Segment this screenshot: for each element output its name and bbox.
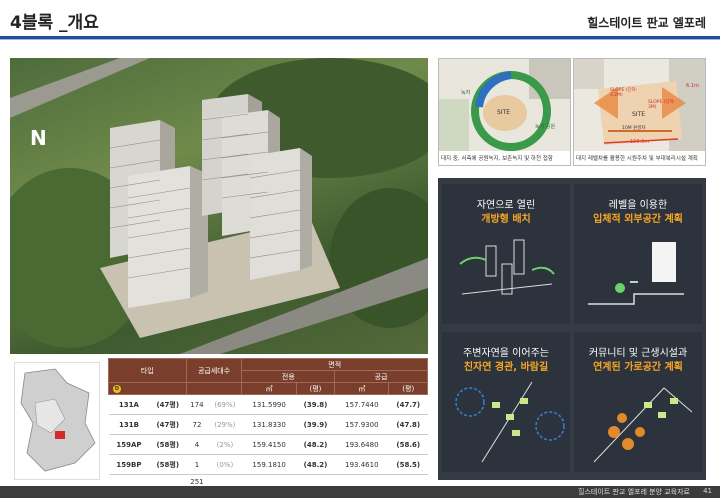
table-row: 159AP (58평) 4 (2%) 159.4150 (48.2) 193.6…	[108, 434, 428, 455]
site-diagram-slope: SLOPE (단차: 3.2M) SLOPE (단차: 3M) 6.1m SIT…	[573, 58, 706, 166]
col-area: 면적	[241, 358, 428, 371]
width-label: 159.0m	[630, 139, 650, 145]
cell-excl-py: (48.2)	[296, 454, 335, 475]
cell-supply: 193.6480	[334, 434, 389, 455]
wind-path-sketch	[455, 381, 565, 463]
concept-panel-level-space: 레벨을 이용한 입체적 외부공간 계획	[574, 184, 702, 324]
col-exclusive: 전용	[241, 370, 336, 383]
compass-icon: N	[30, 126, 47, 150]
cell-supply: 193.4610	[334, 454, 389, 475]
location-map	[14, 362, 100, 480]
header-rule-thin	[0, 39, 720, 40]
concept-panel-street-space: 커뮤니티 및 근생시설과 연계된 가로공간 계획	[574, 332, 702, 472]
site-label: SITE	[632, 111, 646, 118]
unit-pyeong: (평)	[295, 382, 336, 395]
unit-pyeong: (평)	[388, 382, 428, 395]
cell-type: 159AP	[108, 434, 150, 455]
cell-pct: (29%)	[207, 414, 242, 435]
cell-excl-py: (39.9)	[296, 414, 335, 435]
slope-label-1: SLOPE (단차: 3.2M)	[610, 88, 638, 98]
height-label: 6.1m	[686, 83, 699, 89]
concept-panel-nature-wind: 주변자연을 이어주는 친자연 경관, 바람길	[442, 332, 570, 472]
cell-type: 131A	[108, 394, 150, 415]
unit-sqm: ㎡	[334, 382, 390, 395]
cell-units: 1	[186, 454, 208, 475]
community-sketch	[593, 387, 693, 463]
cell-supply: 157.9300	[334, 414, 389, 435]
cell-supply-py: (47.7)	[388, 394, 428, 415]
cell-units: 4	[186, 434, 208, 455]
green-label-left: 녹지	[461, 90, 471, 96]
footer-text: 힐스테이트 판교 엘포레 분양 교육자료	[578, 488, 690, 496]
cell-type-py: (47평)	[149, 414, 187, 435]
cell-excl: 159.1810	[241, 454, 297, 475]
cell-units: 72	[186, 414, 208, 435]
site-label: SITE	[497, 109, 511, 116]
table-row: 159BP (58평) 1 (0%) 159.1810 (48.2) 193.4…	[108, 454, 428, 475]
unit-spec-table: 타입 공급세대수 면적 전용 공급 D ㎡ (평) ㎡ (평) 131A (47…	[108, 358, 428, 489]
cell-type-py: (47평)	[149, 394, 187, 415]
cell-excl: 131.5990	[241, 394, 297, 415]
cell-excl-py: (48.2)	[296, 434, 335, 455]
cell-pct: (69%)	[207, 394, 242, 415]
cell-supply-py: (58.6)	[388, 434, 428, 455]
col-type: 타입	[108, 358, 187, 383]
brand-name: 힐스테이트 판교 엘포레	[587, 16, 706, 30]
distance-label: 10M 원경차	[622, 126, 646, 131]
diagram-caption: 대지 중, 서측에 공원녹지, 보존녹지 및 하천 접함	[439, 151, 570, 165]
cell-type: 131B	[108, 414, 150, 435]
cell-supply: 157.7440	[334, 394, 389, 415]
cell-excl: 159.4150	[241, 434, 297, 455]
green-ring-diagram	[439, 59, 570, 153]
footer-bar: 힐스테이트 판교 엘포레 분양 교육자료 41	[0, 486, 720, 498]
block-marker-icon: D	[113, 385, 121, 393]
concept-panels: 자연으로 열린 개방형 배치 레벨을 이용한 입체적 외부공간 계획 주변자연을…	[438, 178, 706, 480]
cell-type-py: (58평)	[149, 434, 187, 455]
cell-pct: (0%)	[207, 454, 242, 475]
cell-pct: (2%)	[207, 434, 242, 455]
cell-type-py: (58평)	[149, 454, 187, 475]
cell-type: 159BP	[108, 454, 150, 475]
cell-supply-py: (58.5)	[388, 454, 428, 475]
cell-excl: 131.8330	[241, 414, 297, 435]
col-units: 공급세대수	[185, 358, 243, 383]
page-number: 41	[703, 487, 712, 495]
site-diagram-green: SITE 녹지 녹지 공원 대지 중, 서측에 공원녹지, 보존녹지 및 하천 …	[438, 58, 571, 166]
col-supply: 공급	[334, 370, 428, 383]
green-label-right: 녹지 공원	[535, 124, 555, 130]
unit-sqm: ㎡	[241, 382, 297, 395]
aerial-rendering-image: N	[10, 58, 428, 354]
table-row: 131A (47평) 174 (69%) 131.5990 (39.8) 157…	[108, 394, 428, 415]
cell-excl-py: (39.8)	[296, 394, 335, 415]
slope-label-2: SLOPE (단차: 3M)	[648, 100, 676, 110]
cell-units: 174	[186, 394, 208, 415]
page-title: 4블록 _개요	[10, 13, 99, 33]
diagram-caption: 대지 레벨차를 활용한 시원주차 및 부대복리시설 계획	[574, 151, 705, 165]
cell-supply-py: (47.8)	[388, 414, 428, 435]
table-row: 131B (47평) 72 (29%) 131.8330 (39.9) 157.…	[108, 414, 428, 435]
concept-panel-open-layout: 자연으로 열린 개방형 배치	[442, 184, 570, 324]
open-layout-sketch	[459, 239, 555, 295]
level-section-sketch	[588, 242, 684, 305]
